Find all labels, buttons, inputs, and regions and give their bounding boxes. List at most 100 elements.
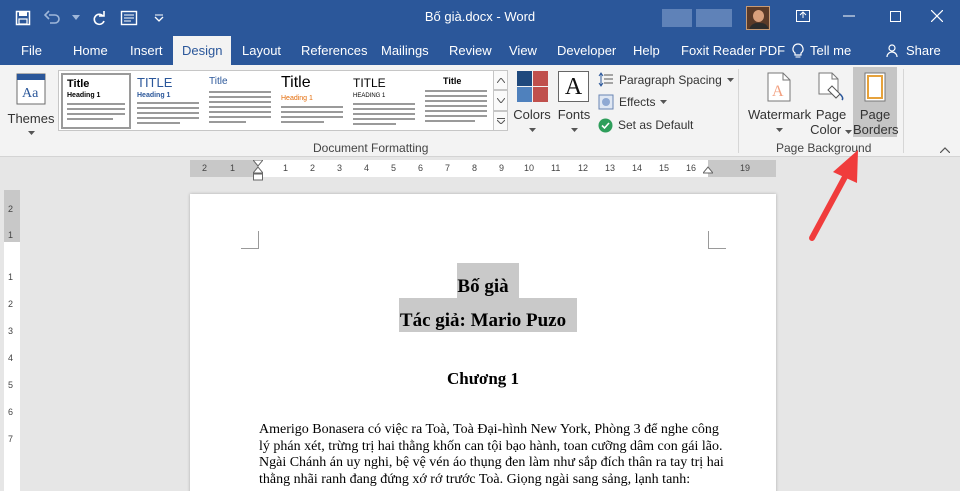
tab-developer[interactable]: Developer <box>557 36 616 65</box>
account-area[interactable] <box>662 6 770 30</box>
fonts-button[interactable]: A Fonts <box>556 70 592 140</box>
ruler-label: 1 <box>283 163 289 173</box>
ruler-label: 1 <box>230 163 236 173</box>
color-palette-icon <box>517 71 548 102</box>
page-borders-label: Page Borders <box>853 107 899 137</box>
ruler-label: 7 <box>445 163 451 173</box>
page-borders-button[interactable]: Page Borders <box>853 67 899 137</box>
ruler-label: 7 <box>8 434 14 444</box>
style-set-title: TITLE <box>137 75 173 90</box>
ruler-label: 11 <box>551 163 561 173</box>
font-a-icon: A <box>558 71 589 102</box>
tab-help[interactable]: Help <box>633 36 660 65</box>
ruler-label: 9 <box>499 163 505 173</box>
tab-design[interactable]: Design <box>173 36 232 65</box>
ruler-margin-left <box>190 160 258 177</box>
collapse-ribbon-icon[interactable] <box>940 147 950 153</box>
share-button[interactable]: Share <box>886 36 941 65</box>
paragraph-spacing-label: Paragraph Spacing <box>619 73 722 87</box>
tell-me-box[interactable]: Tell me <box>792 36 851 65</box>
ruler-label: 4 <box>364 163 370 173</box>
paragraph-line: Amerigo Bonasera có việc ra Toà, Toà Đại… <box>259 422 719 437</box>
colors-button[interactable]: Colors <box>512 70 552 140</box>
ruler-label: 10 <box>524 163 535 173</box>
group-separator <box>738 69 739 153</box>
ruler-label: 4 <box>8 353 14 363</box>
gallery-scroll-up-icon[interactable] <box>494 70 508 91</box>
close-icon[interactable] <box>914 0 960 32</box>
gallery-scroll-down-icon[interactable] <box>494 90 508 111</box>
set-as-default-button[interactable]: Set as Default <box>598 114 693 136</box>
chevron-down-icon <box>726 78 734 82</box>
body-paragraph[interactable]: Amerigo Bonasera có việc ra Toà, Toà Đại… <box>259 422 724 488</box>
fonts-label: Fonts <box>557 107 591 122</box>
ruler-label: 2 <box>8 299 14 309</box>
document-title-text[interactable]: Bố già <box>190 276 776 298</box>
page-background-group-label: Page Background <box>776 141 872 155</box>
svg-text:A: A <box>772 83 784 100</box>
word-window: Bố già.docx - Word File Home Insert Desi… <box>0 0 960 491</box>
paragraph-spacing-icon <box>598 72 613 87</box>
style-set-item[interactable]: TITLE HEADING 1 <box>349 73 419 129</box>
tab-references[interactable]: References <box>301 36 367 65</box>
minimize-icon[interactable] <box>826 0 872 32</box>
chevron-down-icon <box>28 131 35 135</box>
account-name-redacted <box>662 9 692 27</box>
paragraph-line: lý phán xét, trừng trị hai thằng khốn ca… <box>259 438 723 454</box>
right-indent-marker-icon[interactable] <box>703 166 713 174</box>
style-set-item[interactable]: TITLE Heading 1 <box>133 73 203 129</box>
style-set-sample <box>425 90 487 125</box>
maximize-icon[interactable] <box>872 0 918 32</box>
document-page[interactable]: Bố già Tác giả: Mario Puzo Chương 1 Amer… <box>190 194 776 491</box>
effects-button[interactable]: Effects <box>598 91 668 113</box>
style-set-sample <box>209 91 271 126</box>
watermark-button[interactable]: A Watermark <box>748 67 811 137</box>
share-label: Share <box>906 43 941 58</box>
colors-label: Colors <box>513 107 551 122</box>
page-color-button[interactable]: Page Color <box>810 67 852 137</box>
ruler-label: 19 <box>740 163 751 173</box>
ruler-label: 13 <box>605 163 616 173</box>
style-set-item[interactable]: Title Heading 1 <box>277 73 347 129</box>
tab-file[interactable]: File <box>21 36 42 65</box>
ruler-label: 15 <box>659 163 670 173</box>
tab-review[interactable]: Review <box>449 36 492 65</box>
effects-label: Effects <box>619 95 656 109</box>
style-set-item[interactable]: Title Heading 1 <box>61 73 131 129</box>
tab-foxit-reader-pdf[interactable]: Foxit Reader PDF <box>681 36 785 65</box>
tab-insert[interactable]: Insert <box>130 36 163 65</box>
style-set-item[interactable]: Title <box>421 73 491 129</box>
checkmark-circle-icon <box>598 118 613 132</box>
style-set-heading: Heading 1 <box>67 92 101 99</box>
ruler-label: 8 <box>472 163 478 173</box>
ribbon-design: Aa Themes Title Heading 1 TITLE Heading … <box>0 65 960 157</box>
vertical-ruler[interactable]: 2 1 1 2 3 4 5 6 7 <box>4 190 20 491</box>
style-set-item[interactable]: Title <box>205 73 275 129</box>
themes-button[interactable]: Aa Themes <box>8 71 54 141</box>
tab-layout[interactable]: Layout <box>242 36 281 65</box>
ribbon-display-options-icon[interactable] <box>780 0 826 32</box>
document-author-text[interactable]: Tác giả: Mario Puzo <box>190 310 776 332</box>
tab-view[interactable]: View <box>509 36 537 65</box>
paragraph-spacing-button[interactable]: Paragraph Spacing <box>598 69 734 91</box>
tab-home[interactable]: Home <box>73 36 108 65</box>
gallery-more-icon[interactable] <box>494 110 508 131</box>
indent-marker-icon[interactable] <box>253 160 263 182</box>
ruler-label: 3 <box>8 326 14 336</box>
svg-text:Aa: Aa <box>22 86 39 101</box>
themes-label: Themes <box>7 111 55 126</box>
avatar[interactable] <box>746 6 770 30</box>
style-set-title: TITLE <box>353 76 386 90</box>
horizontal-ruler[interactable]: 2 1 1 2 3 4 5 6 7 8 9 10 11 12 13 14 15 … <box>190 160 776 181</box>
chapter-heading[interactable]: Chương 1 <box>190 369 776 389</box>
chevron-down-icon <box>776 128 783 132</box>
chevron-down-icon <box>529 128 536 132</box>
chevron-down-icon <box>660 100 668 104</box>
set-as-default-label: Set as Default <box>618 118 694 132</box>
style-set-gallery[interactable]: Title Heading 1 TITLE Heading 1 Title Ti… <box>58 70 494 131</box>
ruler-label: 5 <box>8 380 14 390</box>
tab-mailings[interactable]: Mailings <box>381 36 429 65</box>
ruler-label: 3 <box>337 163 343 173</box>
ruler-label: 1 <box>8 230 14 240</box>
lightbulb-icon <box>792 42 804 57</box>
